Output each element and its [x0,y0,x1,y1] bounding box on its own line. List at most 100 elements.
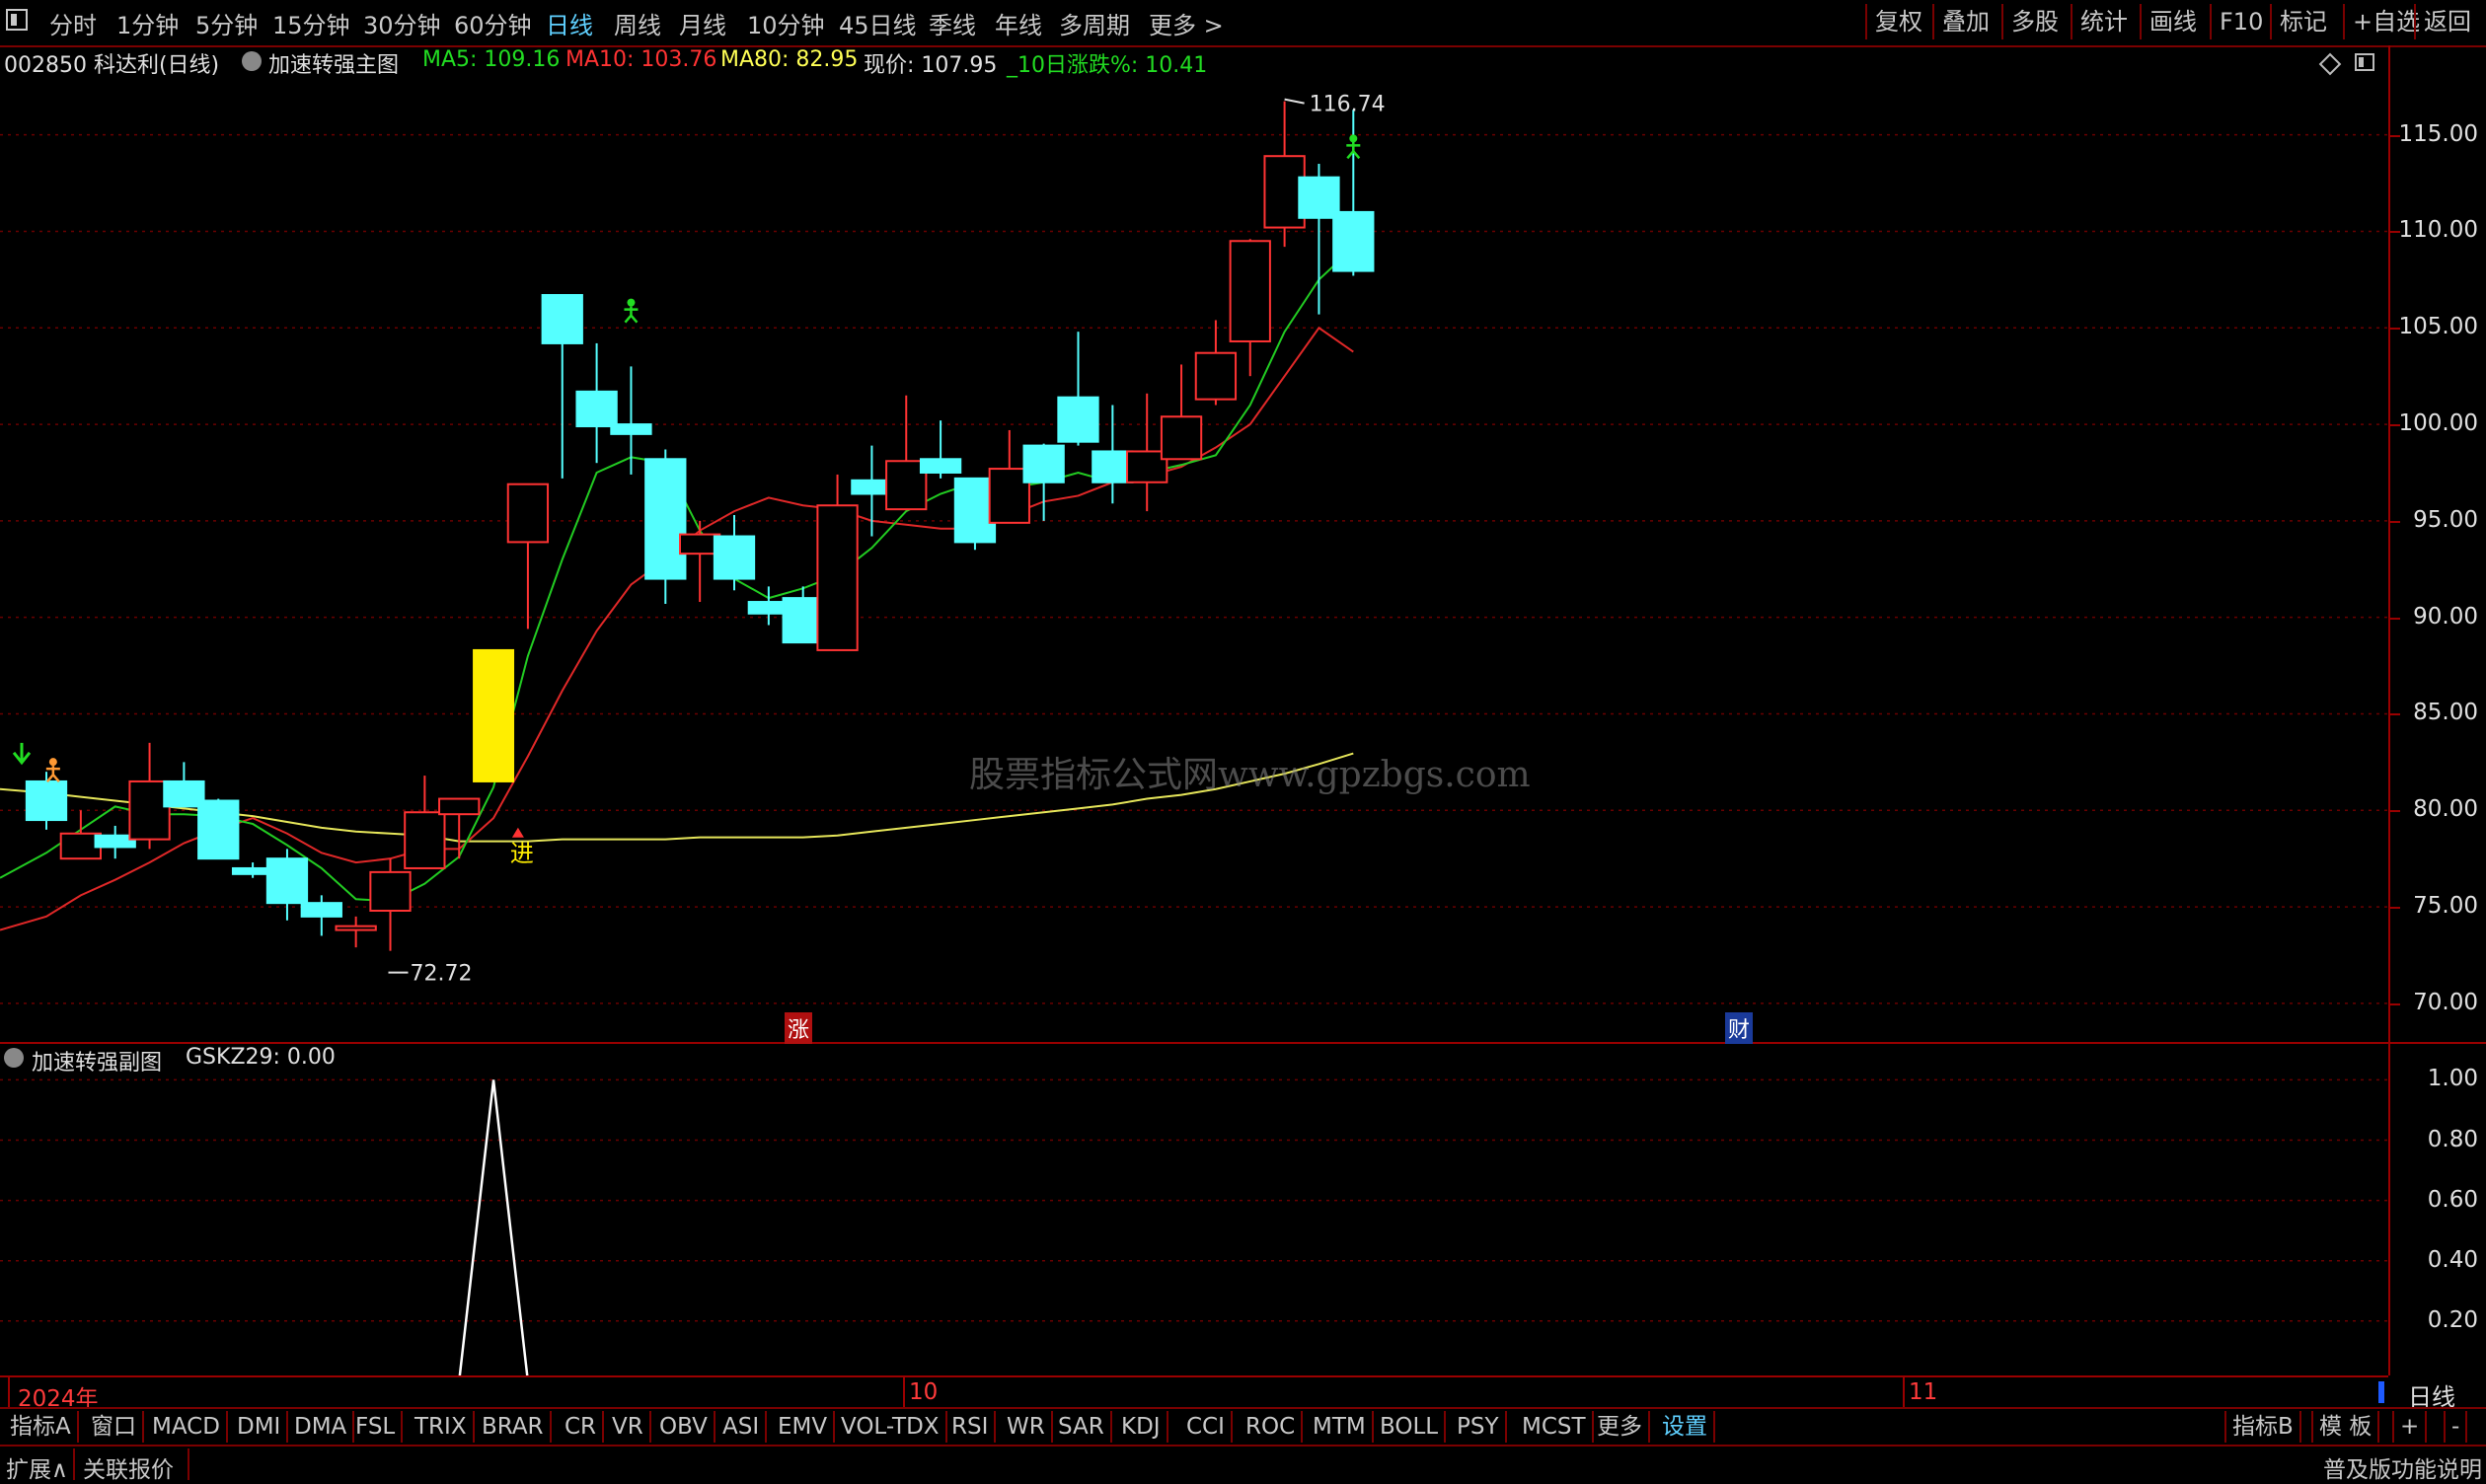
candle-body [1229,240,1271,342]
price-tick: 110.00 [2398,217,2478,244]
scroll-marker[interactable] [2378,1381,2384,1403]
tab-15[interactable]: WR [1001,1411,1053,1443]
candle-body [369,870,412,912]
tab-13[interactable]: VOL-TDX [835,1411,947,1443]
zhang-marker[interactable]: 涨 [785,1012,813,1044]
price-value: 现价: 107.95 [864,53,998,78]
price-tick: 75.00 [2413,893,2478,920]
tab-9[interactable]: VR [606,1411,651,1443]
period-13[interactable]: 多周期 [1059,6,1130,40]
expand-button[interactable]: 扩展∧ [6,1450,68,1484]
tab-23[interactable]: MCST [1516,1411,1594,1443]
period-3[interactable]: 15分钟 [272,6,350,40]
tab-right-2[interactable]: + [2392,1411,2428,1443]
help-button[interactable]: 普及版功能说明 [2323,1450,2482,1484]
related-quote-button[interactable]: 关联报价 [83,1450,174,1484]
toolbar-button-1[interactable]: 叠加 [1932,4,1997,39]
tab-1[interactable]: 窗口 [85,1411,144,1443]
period-1[interactable]: 1分钟 [116,6,179,40]
tab-right-3[interactable]: - [2444,1411,2468,1443]
window-icon[interactable] [6,9,28,31]
tab-14[interactable]: RSI [945,1411,997,1443]
price-tick: 100.00 [2398,410,2478,437]
tab-12[interactable]: EMV [772,1411,836,1443]
price-tick: 115.00 [2398,120,2478,147]
tab-18[interactable]: CCI [1180,1411,1233,1443]
toolbar-button-0[interactable]: 复权 [1865,4,1930,39]
main-candlestick-chart[interactable]: 116.74 72.72 进 [0,77,2388,1042]
tab-10[interactable]: OBV [653,1411,716,1443]
dropdown-icon[interactable] [242,51,262,71]
period-6[interactable]: 日线 [546,6,593,40]
period-5[interactable]: 60分钟 [454,6,532,40]
tab-5[interactable]: FSL [349,1411,404,1443]
candle-body [265,857,309,905]
tab-24[interactable]: 更多 [1591,1411,1650,1443]
signal-figure-icon-body [624,306,639,324]
toolbar-button-4[interactable]: 画线 [2140,4,2205,39]
toolbar-button-3[interactable]: 统计 [2071,4,2136,39]
period-7[interactable]: 周线 [614,6,661,40]
tab-21[interactable]: BOLL [1374,1411,1447,1443]
candle-body [300,902,342,918]
tab-8[interactable]: CR [559,1411,605,1443]
toolbar-button-2[interactable]: 多股 [2001,4,2067,39]
toolbar-button-5[interactable]: F10 [2210,4,2271,39]
candle-body [404,811,446,869]
watermark: 股票指标公式网www.gpzbgs.com [969,755,1531,795]
sub-tick: 0.20 [2427,1306,2478,1333]
layout-toggle-icon[interactable] [2355,53,2374,71]
price-tick: 70.00 [2413,989,2478,1015]
sub-indicator-chart[interactable] [0,1044,2388,1375]
tab-2[interactable]: MACD [146,1411,228,1443]
period-0[interactable]: 分时 [49,6,97,40]
tab-25[interactable]: 设置 [1656,1411,1715,1443]
candle-body [197,799,240,860]
high-label: 116.74 [1310,93,1386,117]
tab-4[interactable]: DMA [288,1411,355,1443]
period-2[interactable]: 5分钟 [195,6,258,40]
period-14[interactable]: 更多 > [1149,6,1224,40]
candle-body [473,648,515,782]
down-arrow-icon [12,742,32,766]
candle-body [1022,444,1065,483]
period-10[interactable]: 45日线 [839,6,917,40]
price-tick: 90.00 [2413,603,2478,630]
signal-figure-icon [1349,134,1358,143]
period-4[interactable]: 30分钟 [363,6,441,40]
candle-body [644,458,687,580]
candle-body [1057,396,1099,443]
status-bar: 扩展∧ 关联报价 普及版功能说明 [0,1445,2486,1483]
candle-body [1332,210,1375,272]
toolbar-button-6[interactable]: 标记 [2270,4,2335,39]
candle-body [541,294,583,344]
tab-22[interactable]: PSY [1451,1411,1507,1443]
cai-marker[interactable]: 财 [1725,1012,1754,1044]
tab-right-0[interactable]: 指标B [2224,1411,2301,1443]
candle-body [25,779,68,822]
tab-0[interactable]: 指标A [4,1411,79,1443]
period-9[interactable]: 10分钟 [747,6,825,40]
tab-6[interactable]: TRIX [409,1411,475,1443]
diamond-icon[interactable] [2318,52,2342,76]
period-12[interactable]: 年线 [995,6,1042,40]
tab-7[interactable]: BRAR [476,1411,552,1443]
tab-11[interactable]: ASI [716,1411,768,1443]
tab-20[interactable]: MTM [1307,1411,1374,1443]
enter-arrow-icon [511,827,524,838]
period-11[interactable]: 季线 [929,6,976,40]
tab-3[interactable]: DMI [231,1411,289,1443]
candle-body [610,423,652,435]
period-toolbar: 分时 1分钟 5分钟 15分钟 30分钟 60分钟 日线 周线 月线 10分钟 45日线 季线 年线 多周… [0,0,2486,47]
main-indicator-name[interactable]: 加速转强主图 [268,47,399,79]
candle-body [575,390,618,428]
period-8[interactable]: 月线 [679,6,726,40]
toolbar-button-8[interactable]: 返回 [2414,4,2479,39]
month-10-label: 10 [909,1379,939,1405]
tab-right-1[interactable]: 模 板 [2311,1411,2380,1443]
tab-17[interactable]: KDJ [1115,1411,1168,1443]
signal-figure-icon-body [45,766,60,782]
sub-tick: 0.80 [2427,1126,2478,1152]
tab-19[interactable]: ROC [1240,1411,1304,1443]
tab-16[interactable]: SAR [1052,1411,1112,1443]
